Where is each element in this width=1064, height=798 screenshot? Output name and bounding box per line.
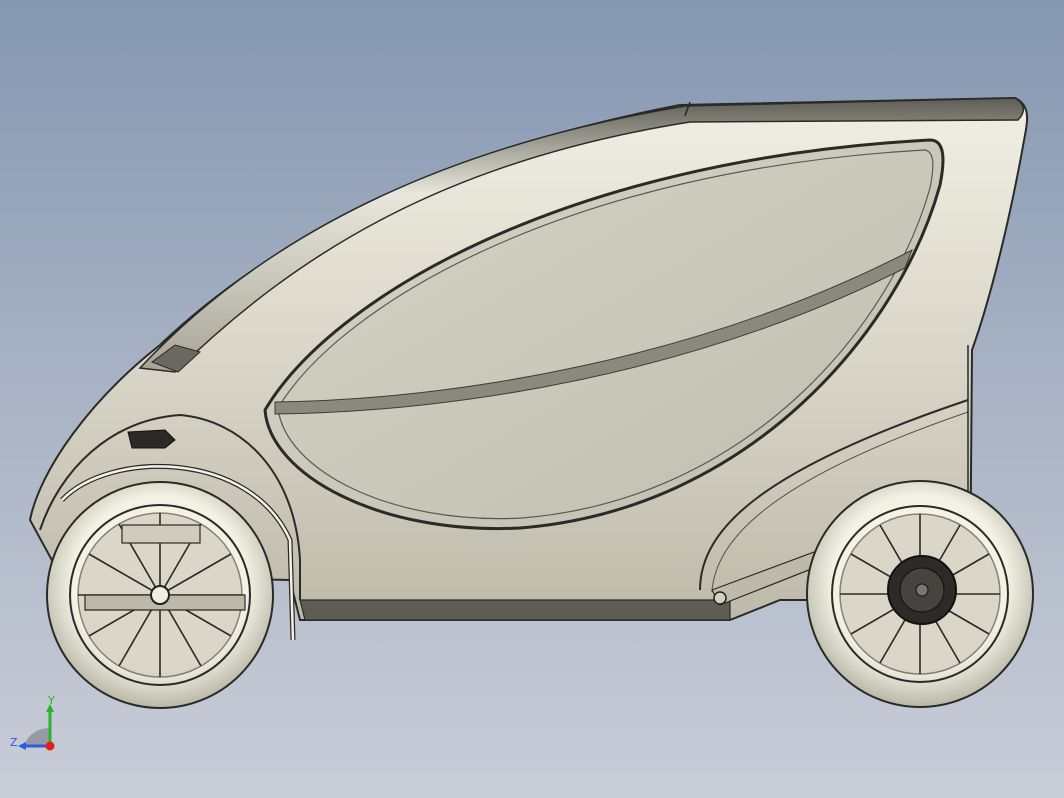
front-hub [150, 585, 170, 605]
z-axis-label: Z [10, 736, 18, 749]
axis-triad: Y Z [10, 696, 55, 751]
graphics-viewport[interactable]: Y Z [0, 0, 1064, 798]
y-axis-label: Y [47, 696, 55, 707]
front-wheel[interactable] [46, 481, 274, 709]
headlight[interactable] [127, 429, 176, 449]
front-suspension-top [121, 524, 201, 544]
rear-hub-center [915, 583, 929, 597]
vehicle-model[interactable] [0, 0, 1064, 798]
x-axis-dot [45, 741, 55, 751]
triad-gray-base [24, 728, 50, 746]
bottom-skirt [299, 599, 731, 621]
rear-wheel[interactable] [806, 480, 1034, 708]
z-axis-arrow [18, 742, 26, 750]
swingarm-pivot [713, 591, 727, 605]
